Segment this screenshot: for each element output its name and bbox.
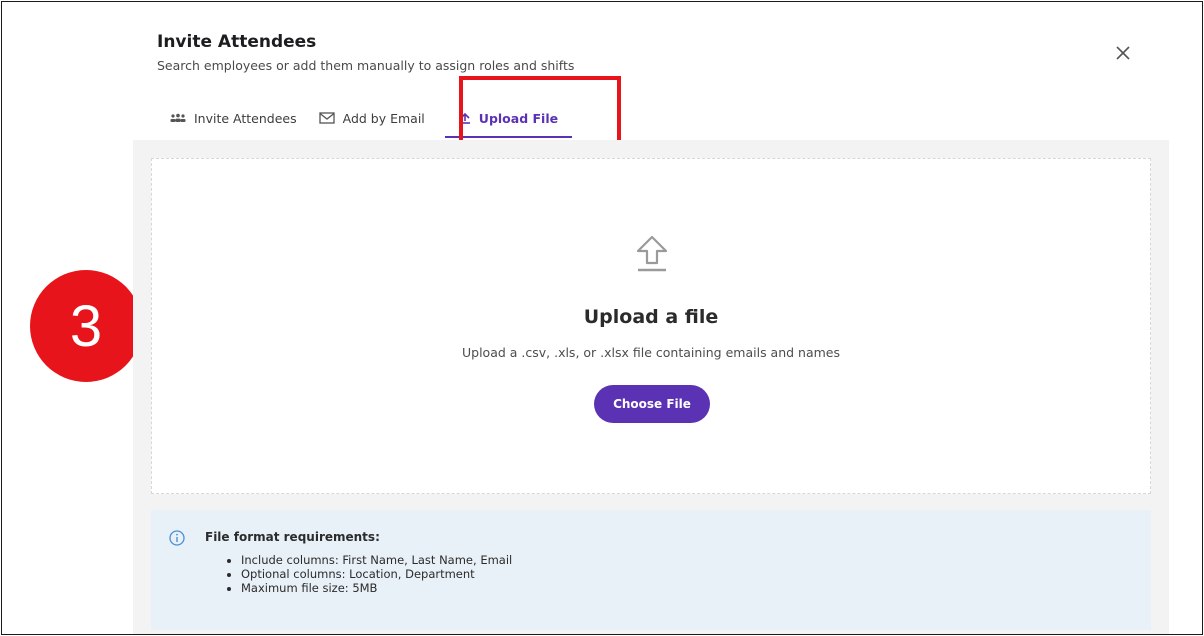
dropzone-description: Upload a .csv, .xls, or .xlsx file conta… (461, 345, 841, 360)
tab-label: Add by Email (342, 110, 425, 126)
modal-subtitle: Search employees or add them manually to… (157, 58, 575, 73)
tab-add-by-email[interactable]: Add by Email (311, 100, 433, 136)
requirements-heading: File format requirements: (205, 530, 380, 544)
list-item: Maximum file size: 5MB (241, 581, 1151, 595)
step-number: 3 (69, 293, 103, 359)
step-number-badge: 3 (30, 270, 142, 382)
upload-arrow-icon (636, 235, 668, 272)
modal-title: Invite Attendees (157, 32, 317, 52)
tab-invite-attendees[interactable]: Invite Attendees (162, 100, 305, 136)
list-item: Include columns: First Name, Last Name, … (241, 553, 1151, 567)
envelope-icon (318, 112, 335, 124)
tab-label: Upload File (478, 110, 559, 126)
file-dropzone[interactable]: Upload a file Upload a .csv, .xls, or .x… (151, 158, 1151, 494)
tab-label: Invite Attendees (194, 110, 297, 126)
screenshot-frame: 3 Invite Attendees Search employees or a… (1, 1, 1203, 635)
people-icon (170, 113, 186, 123)
modal-header: Invite Attendees Search employees or add… (157, 32, 574, 73)
requirements-list: Include columns: First Name, Last Name, … (221, 553, 1151, 595)
upload-icon (459, 112, 471, 124)
dropzone-title: Upload a file (583, 306, 719, 328)
choose-file-button[interactable]: Choose File (594, 385, 710, 423)
file-requirements-box: File format requirements: Include column… (151, 510, 1151, 630)
close-button[interactable] (1112, 42, 1134, 64)
tab-bar: Invite Attendees Add by Email Upload Fil… (162, 100, 573, 140)
close-icon (1116, 46, 1130, 60)
list-item: Optional columns: Location, Department (241, 567, 1151, 581)
tab-upload-file[interactable]: Upload File (444, 100, 573, 138)
upload-panel: Upload a file Upload a .csv, .xls, or .x… (133, 140, 1169, 634)
info-icon (169, 530, 185, 546)
